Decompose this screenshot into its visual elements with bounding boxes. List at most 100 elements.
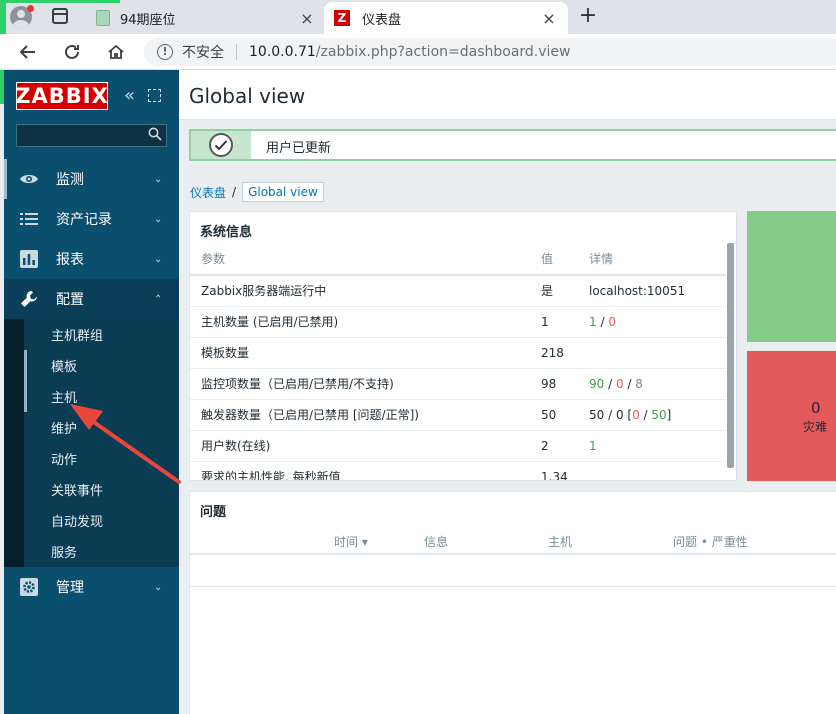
col-param: 参数 xyxy=(190,243,530,276)
param-cell: 监控项数量（已启用/已禁用/不支持) xyxy=(190,368,530,400)
details-cell: 1 / 0 xyxy=(578,306,726,338)
param-cell: 模板数量 xyxy=(190,337,530,369)
enabled-count: 90 xyxy=(589,376,605,391)
submenu-services[interactable]: 服务 xyxy=(4,536,179,567)
menu-label: 报表 xyxy=(56,252,84,268)
submenu-event-correlation[interactable]: 关联事件 xyxy=(4,474,179,505)
menu-configuration[interactable]: 配置 ⌃ xyxy=(4,279,179,319)
details-cell xyxy=(578,337,726,369)
severity-tile-disaster[interactable]: 0 灾难 xyxy=(747,351,836,481)
submenu-maintenance[interactable]: 维护 xyxy=(4,412,179,443)
col-problem-severity: 问题 • 严重性 xyxy=(673,535,748,549)
table-row: 要求的主机性能, 每秒新值 1.34 xyxy=(190,461,726,480)
value-cell: 1.34 xyxy=(530,461,578,480)
table-row: 模板数量 218 xyxy=(190,337,726,369)
tab-actions-icon[interactable] xyxy=(52,8,68,24)
breadcrumb-dashboard[interactable]: 仪表盘 xyxy=(190,184,226,201)
address-bar[interactable]: ! 不安全 10.0.0.71/zabbix.php?action=dashbo… xyxy=(144,38,836,66)
breadcrumb-current[interactable]: Global view xyxy=(242,182,324,202)
submenu-discovery[interactable]: 自动发现 xyxy=(4,505,179,536)
bar-chart-icon xyxy=(18,248,40,270)
search-icon[interactable] xyxy=(148,127,162,141)
details-cell: localhost:10051 xyxy=(578,275,726,307)
details-separator: / xyxy=(639,407,652,422)
table-row: Zabbix服务器端运行中 是 localhost:10051 xyxy=(190,275,726,307)
browser-tab-dashboard[interactable]: Z 仪表盘 × xyxy=(324,2,568,34)
gear-icon xyxy=(18,576,40,598)
severity-tile-ok[interactable] xyxy=(747,211,836,342)
warning-icon[interactable]: ! xyxy=(157,44,173,60)
details-cell: 50 / 0 [0 / 50] xyxy=(578,399,726,431)
menu-label: 资产记录 xyxy=(56,212,112,228)
collapse-sidebar-icon[interactable]: « xyxy=(124,86,135,106)
param-cell: 要求的主机性能, 每秒新值 xyxy=(190,461,530,480)
param-cell: Zabbix服务器端运行中 xyxy=(190,275,530,307)
value-cell: 1 xyxy=(530,306,578,338)
menu-administration[interactable]: 管理 ⌄ xyxy=(4,567,179,607)
submenu-templates[interactable]: 模板 xyxy=(4,350,179,381)
table-row: 主机数量 (已启用/已禁用) 1 1 / 0 xyxy=(190,306,726,338)
table-header-row: 参数 值 详情 xyxy=(190,243,726,276)
widget-scrollbar[interactable] xyxy=(727,243,734,468)
browser-tab-bar: 94期座位 × Z 仪表盘 × + xyxy=(0,0,836,34)
param-cell: 用户数(在线) xyxy=(190,430,530,462)
zabbix-logo[interactable]: ZABBIX xyxy=(15,82,108,110)
online-count: 1 xyxy=(589,438,597,453)
table-row: 触发器数量（已启用/已禁用 [问题/正常]) 50 50 / 0 [0 / 50… xyxy=(190,399,726,431)
problems-widget: 问题 时间 ▾ 信息 主机 问题 • 严重性 xyxy=(189,491,836,714)
url-host: 10.0.0.71 xyxy=(249,44,316,60)
details-suffix: ] xyxy=(666,407,672,422)
menu-monitoring[interactable]: 监测 ⌄ xyxy=(4,159,179,199)
new-tab-icon[interactable]: + xyxy=(578,3,598,28)
breadcrumb: 仪表盘 / Global view xyxy=(190,182,324,202)
search-input[interactable] xyxy=(16,124,167,147)
unsupported-count: 8 xyxy=(635,376,643,391)
wrench-icon xyxy=(18,288,40,310)
menu-label: 监测 xyxy=(56,172,84,188)
disaster-label: 灾难 xyxy=(803,420,828,434)
widget-title: 系统信息 xyxy=(200,225,253,240)
list-icon xyxy=(18,208,40,230)
chevron-down-icon: ⌄ xyxy=(154,581,163,593)
home-icon[interactable] xyxy=(104,40,128,64)
main-menu: 监测 ⌄ 资产记录 ⌄ 报表 ⌄ 配置 ⌃ 主机群组 模板 主机 维护 动作 关… xyxy=(4,159,179,607)
problems-header-row: 时间 ▾ 信息 主机 问题 • 严重性 xyxy=(190,524,836,555)
table-row: 监控项数量（已启用/已禁用/不支持) 98 90 / 0 / 8 xyxy=(190,368,726,400)
details-prefix: 50 / 0 [ xyxy=(589,407,633,422)
submenu-host-groups[interactable]: 主机群组 xyxy=(4,319,179,350)
breadcrumb-separator: / xyxy=(232,185,237,199)
divider xyxy=(236,44,237,60)
disaster-count: 0 xyxy=(811,399,821,417)
url-text[interactable]: 10.0.0.71/zabbix.php?action=dashboard.vi… xyxy=(249,44,571,60)
close-tab-icon[interactable]: × xyxy=(538,9,560,28)
browser-toolbar: ! 不安全 10.0.0.71/zabbix.php?action=dashbo… xyxy=(0,34,836,70)
submenu-actions[interactable]: 动作 xyxy=(4,443,179,474)
table-row: 用户数(在线) 2 1 xyxy=(190,430,726,462)
chevron-down-icon: ⌄ xyxy=(154,213,163,225)
value-cell: 是 xyxy=(530,275,578,307)
details-cell: 1 xyxy=(578,430,726,462)
kiosk-mode-icon[interactable] xyxy=(148,89,161,102)
browser-tab-seating[interactable]: 94期座位 × xyxy=(86,2,326,34)
reload-icon[interactable] xyxy=(60,40,84,64)
param-cell: 主机数量 (已启用/已禁用) xyxy=(190,306,530,338)
details-cell: 90 / 0 / 8 xyxy=(578,368,726,400)
message-text: 用户已更新 xyxy=(266,141,332,156)
details-cell xyxy=(578,461,726,480)
success-message: 用户已更新 xyxy=(189,129,836,161)
eye-icon xyxy=(18,168,40,190)
notification-dot-icon xyxy=(27,5,34,12)
chevron-up-icon: ⌃ xyxy=(154,293,163,305)
back-arrow-icon[interactable] xyxy=(16,40,40,64)
insecure-label[interactable]: 不安全 xyxy=(182,42,224,62)
disabled-count: 0 xyxy=(608,314,616,329)
menu-inventory[interactable]: 资产记录 ⌄ xyxy=(4,199,179,239)
col-time[interactable]: 时间 ▾ xyxy=(334,533,368,550)
page-header: Global view xyxy=(179,70,836,120)
menu-reports[interactable]: 报表 ⌄ xyxy=(4,239,179,279)
submenu-hosts[interactable]: 主机 xyxy=(4,381,179,412)
value-cell: 2 xyxy=(530,430,578,462)
chevron-down-icon: ⌄ xyxy=(154,173,163,185)
message-icon-area xyxy=(191,131,251,159)
close-tab-icon[interactable]: × xyxy=(296,9,318,28)
